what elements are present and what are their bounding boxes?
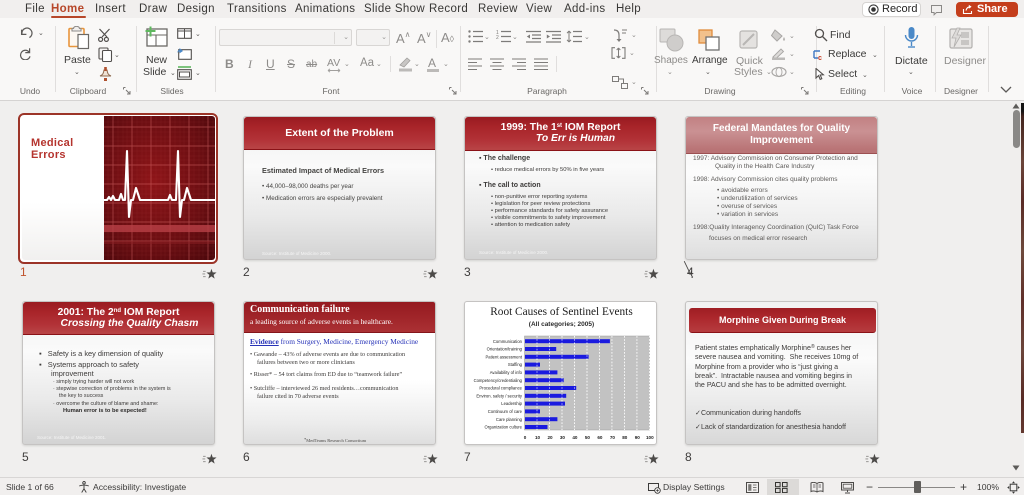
svg-text:0: 0	[524, 435, 527, 440]
svg-text:2: 2	[496, 35, 499, 41]
svg-text:Care planning: Care planning	[496, 417, 523, 422]
svg-text:30: 30	[560, 435, 566, 440]
svg-text:20: 20	[547, 435, 553, 440]
svg-text:100: 100	[646, 435, 654, 440]
svg-text:40: 40	[572, 435, 578, 440]
svg-text:Organization culture: Organization culture	[485, 425, 523, 430]
svg-text:60: 60	[597, 435, 603, 440]
svg-text:Continuum of care: Continuum of care	[488, 409, 523, 414]
svg-text:Competency/credentialing: Competency/credentialing	[474, 378, 523, 383]
svg-text:Staffing: Staffing	[508, 362, 523, 367]
svg-text:Leadership: Leadership	[501, 401, 522, 406]
svg-text:Orientation/training: Orientation/training	[487, 347, 523, 352]
svg-text:70: 70	[610, 435, 616, 440]
svg-text:Patient assessment: Patient assessment	[485, 354, 522, 359]
svg-text:50: 50	[585, 435, 591, 440]
svg-text:Procedural compliance: Procedural compliance	[479, 386, 522, 391]
svg-text:10: 10	[535, 435, 541, 440]
svg-text:Environ. safety / security: Environ. safety / security	[476, 393, 523, 398]
svg-text:80: 80	[622, 435, 628, 440]
svg-text:90: 90	[635, 435, 641, 440]
svg-text:c: c	[818, 55, 822, 61]
svg-text:Communication: Communication	[493, 339, 523, 344]
svg-text:Availability of info: Availability of info	[490, 370, 523, 375]
